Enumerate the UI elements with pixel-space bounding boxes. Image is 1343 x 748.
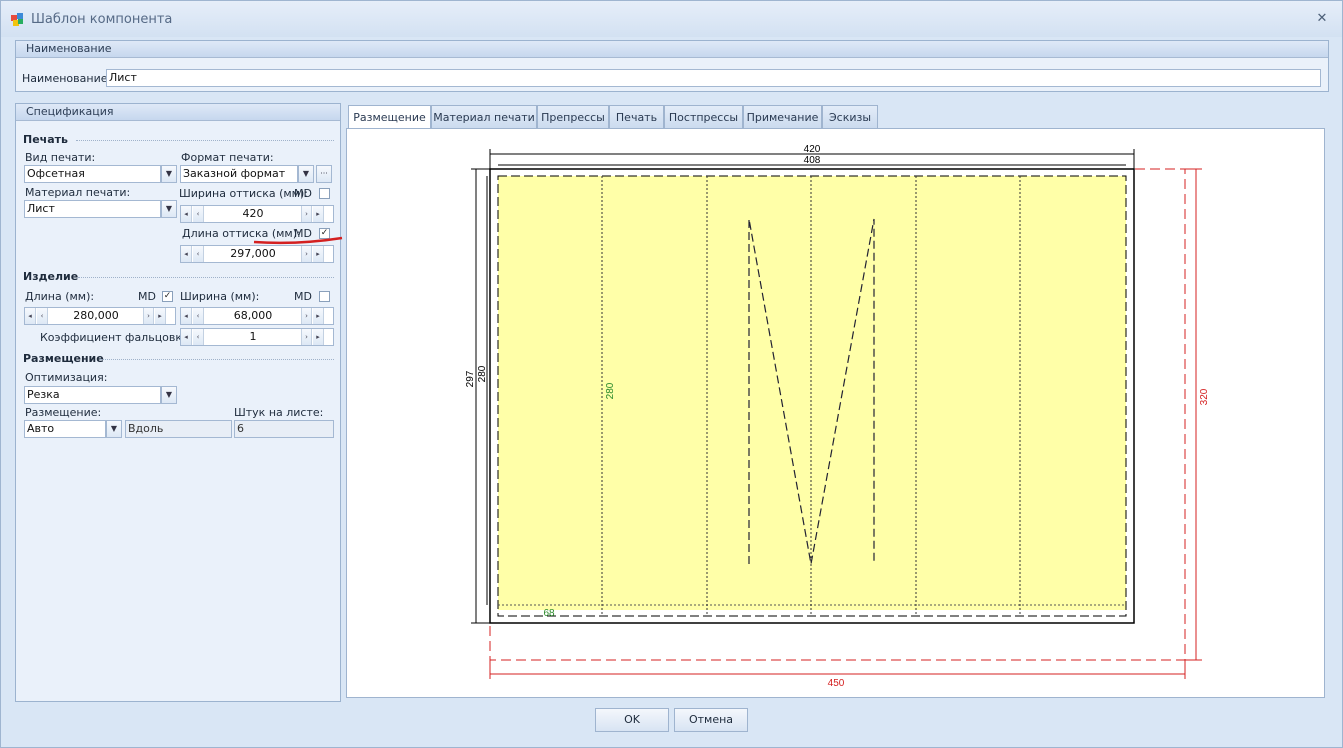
last-icon[interactable]: ▸ [313, 308, 324, 324]
product-section-title: Изделие [23, 270, 79, 283]
app-icon [11, 13, 23, 26]
print-length-spinner[interactable]: ◂ ‹ 297,000 › ▸ [180, 245, 334, 263]
dim-item-height-label: 280 [605, 382, 616, 399]
per-sheet-field: 6 [234, 420, 334, 438]
prev-icon[interactable]: ‹ [193, 308, 204, 324]
prev-icon[interactable]: ‹ [193, 329, 204, 345]
print-length-value[interactable]: 297,000 [205, 246, 301, 262]
optimization-label: Оптимизация: [25, 371, 108, 384]
prev-icon[interactable]: ‹ [193, 206, 204, 222]
spec-group-header: Спецификация [16, 104, 340, 121]
tab-postpress[interactable]: Постпрессы [664, 105, 743, 129]
format-select[interactable]: Заказной формат [180, 165, 298, 183]
material-select[interactable]: Лист [24, 200, 161, 218]
next-icon[interactable]: › [301, 246, 312, 262]
title-bar: Шаблон компонента ✕ [1, 1, 1342, 37]
placement-tab-page: 420 408 297 280 280 68 320 450 [346, 128, 1325, 698]
placement-section-title: Размещение [23, 352, 104, 365]
product-length-label: Длина (мм): [25, 290, 95, 303]
product-width-spinner[interactable]: ◂ ‹ 68,000 › ▸ [180, 307, 334, 325]
product-length-md-checkbox[interactable]: ✓ [162, 291, 173, 302]
tab-sketches[interactable]: Эскизы [822, 105, 878, 129]
fold-coefficient-value[interactable]: 1 [205, 329, 301, 345]
ok-button[interactable]: OK [595, 708, 669, 732]
product-width-md-checkbox[interactable] [319, 291, 330, 302]
placement-dropdown-icon[interactable]: ▼ [106, 420, 122, 438]
product-length-md-label: MD [138, 290, 156, 303]
print-type-select[interactable]: Офсетная [24, 165, 161, 183]
last-icon[interactable]: ▸ [313, 206, 324, 222]
product-section-divider [78, 277, 334, 278]
name-group-header: Наименование [16, 41, 1328, 58]
dim-item-width-label: 68 [543, 608, 555, 619]
format-dropdown-icon[interactable]: ▼ [298, 165, 314, 183]
dim-bottom-red-label: 450 [828, 678, 845, 689]
first-icon[interactable]: ◂ [181, 246, 192, 262]
tab-print-material[interactable]: Материал печати [431, 105, 537, 129]
dim-left-outer-label: 297 [465, 370, 476, 387]
last-icon[interactable]: ▸ [313, 329, 324, 345]
cancel-button[interactable]: Отмена [674, 708, 748, 732]
print-width-spinner[interactable]: ◂ ‹ 420 › ▸ [180, 205, 334, 223]
prev-icon[interactable]: ‹ [37, 308, 48, 324]
next-icon[interactable]: › [143, 308, 154, 324]
prev-icon[interactable]: ‹ [193, 246, 204, 262]
name-label: Наименование: [22, 72, 112, 85]
material-label: Материал печати: [25, 186, 131, 199]
print-section-divider [76, 140, 334, 141]
next-icon[interactable]: › [301, 329, 312, 345]
product-width-value[interactable]: 68,000 [205, 308, 301, 324]
last-icon[interactable]: ▸ [155, 308, 166, 324]
tab-notes[interactable]: Примечание [743, 105, 822, 129]
product-length-value[interactable]: 280,000 [49, 308, 143, 324]
print-width-md-checkbox[interactable] [319, 188, 330, 199]
dim-top-outer-label: 420 [804, 144, 821, 155]
spec-group: Спецификация Печать Вид печати: Офсетная… [15, 103, 343, 702]
name-group: Наименование Наименование: Лист [15, 40, 1329, 92]
dim-left-inner-label: 280 [477, 365, 488, 382]
print-width-md-label: MD [294, 187, 312, 200]
close-icon[interactable]: ✕ [1313, 10, 1331, 28]
dialog-window: Шаблон компонента ✕ Наименование Наимено… [0, 0, 1343, 748]
tab-print[interactable]: Печать [609, 105, 664, 129]
direction-field: Вдоль [125, 420, 232, 438]
name-input[interactable]: Лист [106, 69, 1321, 87]
print-type-dropdown-icon[interactable]: ▼ [161, 165, 177, 183]
material-dropdown-icon[interactable]: ▼ [161, 200, 177, 218]
layout-drawing: 420 408 297 280 280 68 320 450 [465, 144, 1210, 689]
product-length-spinner[interactable]: ◂ ‹ 280,000 › ▸ [24, 307, 176, 325]
last-icon[interactable]: ▸ [313, 246, 324, 262]
dim-right-red-label: 320 [1199, 388, 1210, 405]
next-icon[interactable]: › [301, 308, 312, 324]
print-width-value[interactable]: 420 [205, 206, 301, 222]
first-icon[interactable]: ◂ [181, 308, 192, 324]
product-width-label: Ширина (мм): [180, 290, 260, 303]
placement-section-divider [100, 359, 334, 360]
fold-coefficient-spinner[interactable]: ◂ ‹ 1 › ▸ [180, 328, 334, 346]
optimization-select[interactable]: Резка [24, 386, 161, 404]
per-sheet-label: Штук на листе: [234, 406, 324, 419]
printable-area [498, 176, 1126, 610]
print-type-label: Вид печати: [25, 151, 96, 164]
tab-placement[interactable]: Размещение [348, 105, 431, 130]
tab-prepress[interactable]: Препрессы [537, 105, 609, 129]
first-icon[interactable]: ◂ [181, 329, 192, 345]
optimization-dropdown-icon[interactable]: ▼ [161, 386, 177, 404]
window-title: Шаблон компонента [31, 12, 173, 27]
fold-coefficient-label: Коэффициент фальцовки: [40, 331, 193, 344]
first-icon[interactable]: ◂ [25, 308, 36, 324]
next-icon[interactable]: › [301, 206, 312, 222]
placement-select[interactable]: Авто [24, 420, 106, 438]
print-section-title: Печать [23, 133, 68, 146]
dim-top-inner-label: 408 [804, 155, 821, 166]
format-more-icon[interactable]: ··· [316, 165, 332, 183]
product-width-md-label: MD [294, 290, 312, 303]
print-width-label: Ширина оттиска (мм): [179, 187, 308, 200]
format-label: Формат печати: [181, 151, 274, 164]
first-icon[interactable]: ◂ [181, 206, 192, 222]
placement-label: Размещение: [25, 406, 102, 419]
